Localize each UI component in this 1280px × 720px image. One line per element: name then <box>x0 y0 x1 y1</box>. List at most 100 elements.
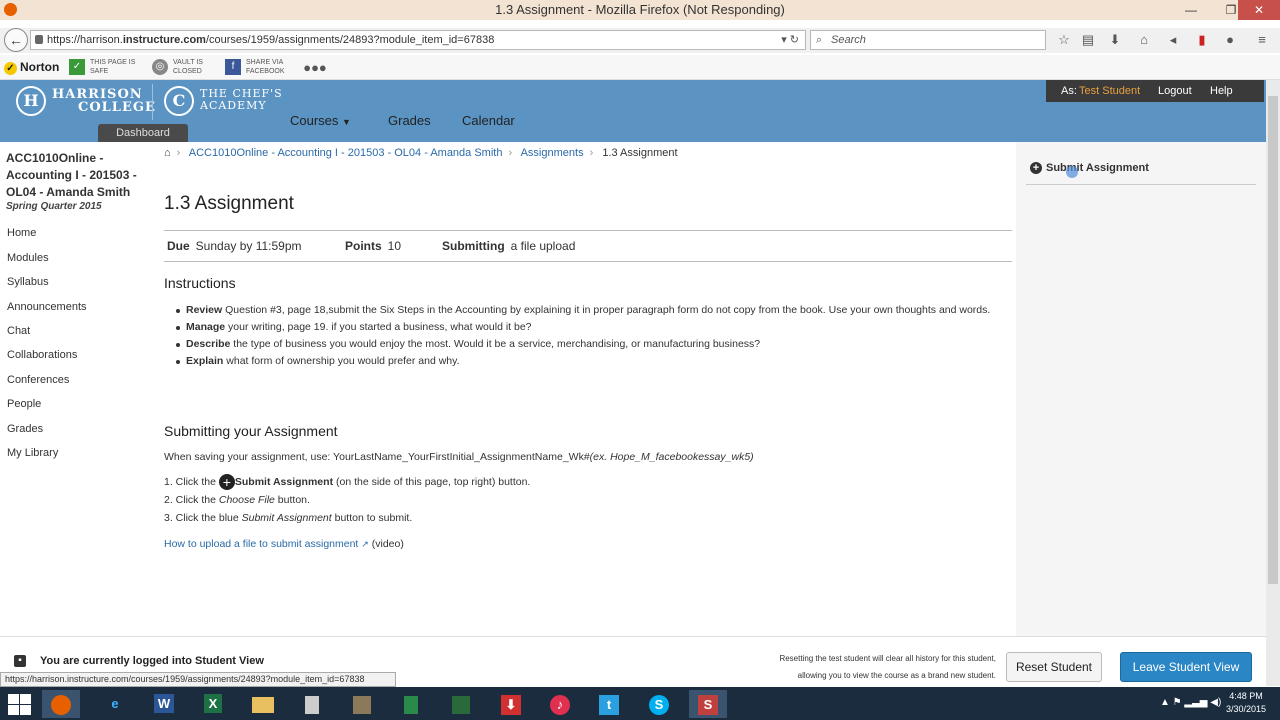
clock[interactable]: 4:48 PM 3/30/2015 <box>1218 690 1274 716</box>
taskbar-explorer-icon[interactable] <box>244 690 282 718</box>
instructions-heading: Instructions <box>164 275 236 291</box>
norton-logo[interactable]: Norton <box>4 60 59 75</box>
logout-link[interactable]: Logout <box>1158 80 1192 102</box>
search-placeholder: Search <box>831 34 866 46</box>
home-icon[interactable]: ⌂ <box>1136 32 1152 48</box>
addon-icon[interactable]: ▮ <box>1194 32 1210 48</box>
help-link[interactable]: Help <box>1210 80 1233 102</box>
vault-status[interactable]: VAULT IS CLOSED <box>173 58 203 76</box>
close-window-icon[interactable]: ✕ <box>1238 0 1280 20</box>
taskbar-green-app-icon[interactable] <box>392 690 430 718</box>
tray-icons[interactable]: ▲ ⚑ ▂▃▅ ◀) <box>1160 696 1221 709</box>
video-label: (video) <box>371 538 404 550</box>
sidebar-item-grades[interactable]: Grades <box>7 423 43 435</box>
sidebar-item-collaborations[interactable]: Collaborations <box>7 349 77 361</box>
leave-student-view-button[interactable]: Leave Student View <box>1120 652 1252 682</box>
harrison-logo[interactable]: HARRISON COLLEGE <box>52 88 156 114</box>
sidebar-item-chat[interactable]: Chat <box>7 325 30 337</box>
due-value: Sunday by 11:59pm <box>195 239 302 253</box>
course-term: Spring Quarter 2015 <box>6 201 102 212</box>
chefs-academy-logo[interactable]: THE CHEF'S ACADEMY <box>200 88 283 112</box>
taskbar-firefox-icon[interactable] <box>42 690 80 718</box>
vault-icon: ◎ <box>152 59 168 75</box>
taskbar-itunes-icon[interactable]: ♪ <box>541 690 579 718</box>
step1-rest: (on the side of this page, top right) bu… <box>333 476 531 488</box>
share-facebook[interactable]: SHARE VIA FACEBOOK <box>246 58 285 76</box>
url-bar[interactable]: https://harrison.instructure.com/courses… <box>30 30 806 50</box>
taskbar-calculator-icon[interactable] <box>293 690 331 718</box>
step-3: 3. Click the blue Submit Assignment butt… <box>164 510 412 527</box>
breadcrumb-separator: › <box>508 147 513 159</box>
submit-assignment-button[interactable]: + Submit Assignment <box>1030 162 1149 174</box>
plus-circle-icon: + <box>1030 162 1042 174</box>
taskbar-skype-icon[interactable]: S <box>640 690 678 718</box>
reset-student-button[interactable]: Reset Student <box>1006 652 1102 682</box>
sidebar-item-modules[interactable]: Modules <box>7 252 49 264</box>
firefox-window: 1.3 Assignment - Mozilla Firefox (Not Re… <box>0 0 1280 720</box>
chefs-seal-icon: C <box>164 86 194 116</box>
nav-calendar[interactable]: Calendar <box>462 113 515 128</box>
menu-icon[interactable]: ≡ <box>1254 32 1270 48</box>
safe-line1: THIS PAGE IS <box>90 59 136 66</box>
nav-grades[interactable]: Grades <box>388 113 431 128</box>
chat-icon[interactable]: ● <box>1222 32 1238 48</box>
nav-courses[interactable]: Courses ▼ <box>290 113 351 128</box>
taskbar-ie-icon[interactable]: e <box>96 690 134 718</box>
download-icon[interactable]: ⬇ <box>1107 32 1123 48</box>
reset-note-line1: Resetting the test student will clear al… <box>779 654 996 663</box>
taskbar-word-icon[interactable]: W <box>145 690 183 718</box>
harrison-seal-icon: H <box>16 86 46 116</box>
list-item-bold: Describe <box>186 338 231 350</box>
logo-divider <box>152 84 153 120</box>
url-prefix: https://harrison. <box>47 34 123 46</box>
page-safe-status[interactable]: THIS PAGE IS SAFE <box>90 58 135 76</box>
home-icon[interactable]: ⌂ <box>164 147 171 159</box>
plus-circle-icon: + <box>218 474 235 491</box>
share-line2: FACEBOOK <box>246 68 285 75</box>
sidebar-item-people[interactable]: People <box>7 398 41 410</box>
firefox-icon <box>4 3 17 16</box>
upload-help-link[interactable]: How to upload a file to submit assignmen… <box>164 538 358 550</box>
points: Points 10 <box>345 239 401 253</box>
breadcrumb-assignments[interactable]: Assignments <box>521 147 584 159</box>
send-icon[interactable]: ◂ <box>1165 32 1181 48</box>
back-button[interactable]: ← <box>4 28 28 52</box>
naming-instructions: When saving your assignment, use: YourLa… <box>164 449 754 466</box>
submitting-value: a file upload <box>510 239 576 253</box>
taskbar-excel-icon[interactable]: X <box>194 690 232 718</box>
taskbar-app-icon[interactable] <box>343 690 381 718</box>
breadcrumb-current: 1.3 Assignment <box>602 147 678 159</box>
share-line1: SHARE VIA <box>246 59 284 66</box>
list-item-text: Question #3, page 18,submit the Six Step… <box>222 304 991 316</box>
taskbar-recorder-icon[interactable]: S <box>689 690 727 718</box>
step3-italic: Submit Assignment <box>241 512 332 524</box>
right-divider <box>1026 184 1256 185</box>
step3-rest: button to submit. <box>331 512 413 524</box>
status-bar-url: https://harrison.instructure.com/courses… <box>0 672 396 687</box>
sidebar-item-home[interactable]: Home <box>7 227 36 239</box>
sidebar-item-announcements[interactable]: Announcements <box>7 301 87 313</box>
dashboard-tab[interactable]: Dashboard <box>98 124 188 142</box>
current-user[interactable]: Test Student <box>1079 80 1140 102</box>
minimize-icon[interactable]: — <box>1180 0 1202 20</box>
sidebar-item-conferences[interactable]: Conferences <box>7 374 69 386</box>
breadcrumb-course[interactable]: ACC1010Online - Accounting I - 201503 - … <box>189 147 503 159</box>
divider-bottom <box>164 261 1012 262</box>
taskbar-solitaire-icon[interactable] <box>442 690 480 718</box>
list-item-bold: Review <box>186 304 223 316</box>
reload-icon[interactable]: ▾ ↻ <box>781 31 799 49</box>
more-icon[interactable]: ●●● <box>301 60 329 76</box>
step-1: 1. Click the + Submit Assignment (on the … <box>164 474 530 491</box>
start-button[interactable] <box>6 692 32 716</box>
reading-list-icon[interactable]: ▤ <box>1080 32 1096 48</box>
scrollbar-thumb[interactable] <box>1268 96 1278 584</box>
taskbar-twitter-icon[interactable]: t <box>590 690 628 718</box>
reset-note: Resetting the test student will clear al… <box>746 650 996 684</box>
sidebar-item-syllabus[interactable]: Syllabus <box>7 276 49 288</box>
breadcrumb-separator: › <box>589 147 594 159</box>
sidebar-item-my-library[interactable]: My Library <box>7 447 58 459</box>
search-input[interactable]: ⌕ Search <box>810 30 1046 50</box>
list-item-text: your writing, page 19. if you started a … <box>225 321 532 333</box>
bookmark-star-icon[interactable]: ☆ <box>1056 32 1072 48</box>
taskbar-download-icon[interactable]: ⬇ <box>492 690 530 718</box>
